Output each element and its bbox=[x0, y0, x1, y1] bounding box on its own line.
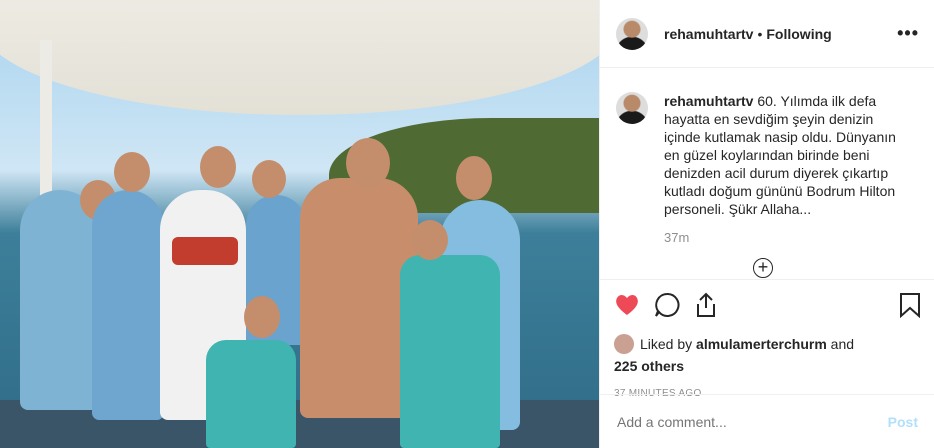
avatar[interactable] bbox=[616, 17, 648, 50]
avatar[interactable] bbox=[614, 334, 634, 354]
avatar[interactable] bbox=[616, 92, 648, 124]
photo-towel bbox=[206, 340, 296, 448]
more-options-icon[interactable]: ••• bbox=[897, 23, 919, 44]
liked-by: Liked by almulamerterchurm and bbox=[614, 334, 921, 354]
photo-person bbox=[20, 190, 100, 410]
photo-head bbox=[412, 220, 448, 260]
photo-head bbox=[456, 156, 492, 200]
liked-by-user[interactable]: almulamerterchurm bbox=[696, 336, 827, 352]
caption-area: rehamuhtartv 60. Yılımda ilk defa hayatt… bbox=[600, 68, 934, 279]
photo-cake bbox=[172, 237, 238, 265]
photo-head bbox=[252, 160, 286, 198]
photo-person bbox=[92, 190, 164, 420]
others-likes-link[interactable]: 225 others bbox=[614, 358, 921, 374]
caption-text: 60. Yılımda ilk defa hayatta en sevdiğim… bbox=[664, 93, 896, 217]
photo-head bbox=[114, 152, 150, 192]
photo-towel bbox=[400, 255, 500, 448]
post-header: rehamuhtartv • Following ••• bbox=[600, 0, 934, 68]
photo-head bbox=[244, 296, 280, 338]
liked-by-prefix: Liked by bbox=[640, 336, 693, 352]
post-photo[interactable] bbox=[0, 0, 599, 448]
share-icon[interactable] bbox=[694, 292, 718, 318]
post-comment-button[interactable]: Post bbox=[888, 414, 918, 430]
caption-username[interactable]: rehamuhtartv bbox=[664, 93, 753, 109]
photo-umbrella bbox=[0, 0, 599, 115]
action-icons bbox=[614, 290, 921, 320]
post-time[interactable]: 37m bbox=[664, 230, 919, 245]
comment-input[interactable] bbox=[615, 412, 888, 431]
following-button[interactable]: Following bbox=[766, 26, 831, 42]
heart-icon[interactable] bbox=[614, 293, 640, 317]
username-link[interactable]: rehamuhtartv bbox=[664, 26, 753, 42]
photo-head bbox=[346, 138, 390, 188]
caption: rehamuhtartv 60. Yılımda ilk defa hayatt… bbox=[664, 92, 908, 218]
liked-by-suffix: and bbox=[830, 336, 855, 352]
post-side-panel: rehamuhtartv • Following ••• rehamuhtart… bbox=[599, 0, 934, 448]
bookmark-icon[interactable] bbox=[899, 292, 921, 318]
plus-circle-icon[interactable]: + bbox=[753, 258, 773, 278]
header-separator: • bbox=[757, 25, 763, 42]
photo-head bbox=[200, 146, 236, 188]
comment-bar: Post bbox=[599, 394, 934, 448]
comment-icon[interactable] bbox=[654, 292, 680, 318]
